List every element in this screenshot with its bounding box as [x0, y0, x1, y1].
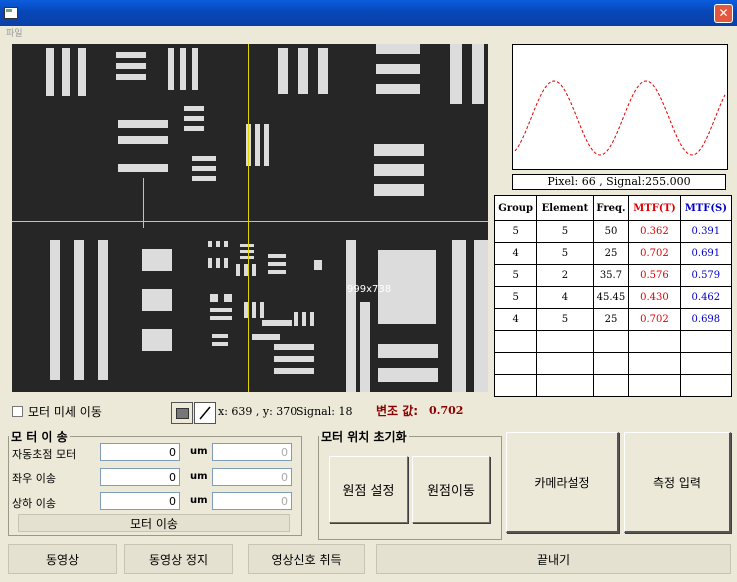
cell-mtf-s — [679, 374, 733, 397]
vertical-move-label: 상하 이송 — [12, 497, 56, 510]
cursor-coordinates: x: 639 , y: 370 — [218, 405, 298, 418]
horizontal-unit: um — [190, 471, 208, 482]
cell-group: 5 — [493, 286, 538, 309]
mtf-row: 5 5 50 0.362 0.391 — [493, 220, 733, 243]
cell-freq: 25 — [592, 308, 630, 331]
cell-mtf-t — [628, 374, 681, 397]
modulation-label: 변조 값: — [376, 404, 419, 418]
rectangle-icon — [176, 408, 189, 419]
cell-group: 5 — [493, 264, 538, 287]
cell-element — [536, 330, 594, 353]
cell-element: 4 — [536, 286, 594, 309]
camera-settings-button[interactable]: 카메라설정 — [506, 432, 619, 533]
cell-mtf-s: 0.698 — [679, 308, 733, 331]
line-icon — [199, 406, 211, 420]
profile-plot — [512, 44, 728, 170]
cell-mtf-s: 0.579 — [679, 264, 733, 287]
rectangle-tool-button[interactable] — [171, 402, 193, 424]
app-icon — [4, 7, 18, 19]
acquire-signal-button[interactable]: 영상신호 취득 — [248, 544, 365, 574]
camera-image-view[interactable]: 999x738 — [12, 44, 488, 392]
cell-freq — [592, 374, 630, 397]
cell-element: 5 — [536, 242, 594, 265]
menu-file[interactable]: 파일 — [6, 26, 23, 39]
horizontal-move-label: 좌우 이송 — [12, 472, 56, 485]
cell-mtf-t: 0.430 — [628, 286, 681, 309]
signal-readout: Signal: 18 — [296, 405, 353, 418]
cell-mtf-s: 0.691 — [679, 242, 733, 265]
header-mtf-s: MTF(S) — [679, 195, 733, 221]
cell-freq — [592, 330, 630, 353]
cell-mtf-s: 0.391 — [679, 220, 733, 243]
cell-freq: 25 — [592, 242, 630, 265]
cell-mtf-s: 0.462 — [679, 286, 733, 309]
mtf-row: 4 5 25 0.702 0.698 — [493, 308, 733, 331]
motor-init-legend: 모터 위치 초기화 — [321, 430, 407, 444]
autofocus-motor-input[interactable]: 0 — [100, 443, 180, 461]
cell-group: 4 — [493, 308, 538, 331]
cell-freq: 45.45 — [592, 286, 630, 309]
cell-mtf-t: 0.702 — [628, 308, 681, 331]
measure-input-button[interactable]: 측정 입력 — [624, 432, 731, 533]
horizontal-move-position: 0 — [212, 468, 292, 486]
cell-element: 5 — [536, 308, 594, 331]
menu-bar: 파일 — [0, 26, 737, 40]
mtf-row — [493, 352, 733, 375]
autofocus-motor-label: 자동초점 모터 — [12, 448, 77, 461]
video-button[interactable]: 동영상 — [8, 544, 117, 574]
pixel-signal-readout: Pixel: 66 , Signal:255.000 — [512, 174, 726, 190]
cell-group — [493, 330, 538, 353]
cell-mtf-t: 0.362 — [628, 220, 681, 243]
cell-mtf-t: 0.702 — [628, 242, 681, 265]
horizontal-move-input[interactable]: 0 — [100, 468, 180, 486]
header-element: Element — [536, 195, 594, 221]
autofocus-unit: um — [190, 446, 208, 457]
autofocus-motor-position: 0 — [212, 443, 292, 461]
title-bar: ✕ — [0, 0, 737, 26]
cell-freq: 50 — [592, 220, 630, 243]
cell-mtf-t: 0.576 — [628, 264, 681, 287]
cell-element — [536, 374, 594, 397]
vertical-move-position: 0 — [212, 492, 292, 510]
mtf-row: 4 5 25 0.702 0.691 — [493, 242, 733, 265]
resolution-target-image — [12, 44, 488, 392]
header-group: Group — [493, 195, 538, 221]
cell-mtf-t — [628, 352, 681, 375]
motor-move-legend: 모 터 이 송 — [11, 430, 68, 444]
cell-group: 5 — [493, 220, 538, 243]
header-mtf-t: MTF(T) — [628, 195, 681, 221]
cell-group — [493, 374, 538, 397]
cell-group — [493, 352, 538, 375]
cell-freq — [592, 352, 630, 375]
close-button[interactable]: ✕ — [714, 4, 733, 23]
mtf-row: 5 2 35.7 0.576 0.579 — [493, 264, 733, 287]
move-origin-button[interactable]: 원점이동 — [412, 456, 490, 523]
cell-group: 4 — [493, 242, 538, 265]
video-stop-button[interactable]: 동영상 정지 — [124, 544, 233, 574]
header-freq: Freq. — [592, 195, 630, 221]
line-tool-button[interactable] — [194, 402, 216, 424]
cell-mtf-t — [628, 330, 681, 353]
set-origin-button[interactable]: 원점 설정 — [329, 456, 408, 523]
cell-mtf-s — [679, 330, 733, 353]
fine-move-checkbox[interactable] — [12, 406, 23, 417]
fine-move-label: 모터 미세 이동 — [28, 405, 102, 419]
motor-move-button[interactable]: 모터 이송 — [18, 514, 290, 532]
cell-mtf-s — [679, 352, 733, 375]
mtf-row: 5 4 45.45 0.430 0.462 — [493, 286, 733, 309]
vertical-unit: um — [190, 495, 208, 506]
cell-element: 5 — [536, 220, 594, 243]
vertical-move-input[interactable]: 0 — [100, 492, 180, 510]
cell-element — [536, 352, 594, 375]
cell-freq: 35.7 — [592, 264, 630, 287]
resolution-label: 999x738 — [347, 284, 392, 295]
mtf-row — [493, 330, 733, 353]
modulation-value: 0.702 — [429, 404, 464, 417]
cell-element: 2 — [536, 264, 594, 287]
mtf-table: Group Element Freq. MTF(T) MTF(S) 5 5 50 0.… — [493, 195, 733, 397]
mtf-row — [493, 374, 733, 397]
exit-button[interactable]: 끝내기 — [376, 544, 731, 574]
